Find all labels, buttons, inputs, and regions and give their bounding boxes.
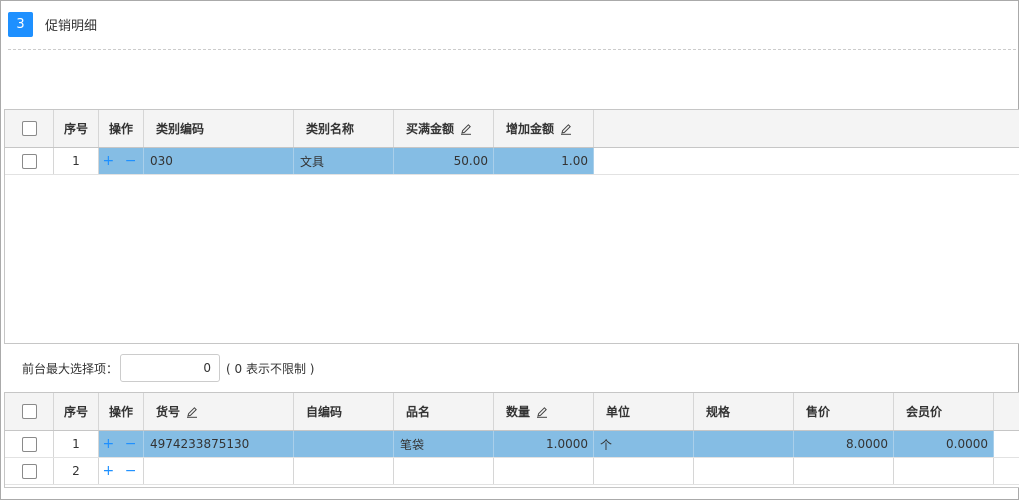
row-threshold-amount[interactable]: 50.00 [394, 148, 494, 174]
header-self-code[interactable]: 自编码 [294, 393, 394, 430]
section-number-badge: 3 [8, 11, 33, 37]
row-sku[interactable] [144, 458, 294, 484]
header-filler [994, 393, 1019, 430]
row-self-code[interactable] [294, 458, 394, 484]
header-product-name[interactable]: 品名 [394, 393, 494, 430]
row-quantity[interactable] [494, 458, 594, 484]
row-seq: 1 [54, 148, 99, 174]
header-category-code[interactable]: 类别编码 [144, 110, 294, 147]
row-unit[interactable] [594, 458, 694, 484]
row-price[interactable]: 8.0000 [794, 431, 894, 457]
table-row[interactable]: 1 + − 4974233875130 笔袋 1.0000 个 8.0000 0… [5, 431, 1019, 458]
limit-input[interactable] [120, 354, 221, 382]
header-threshold-amount[interactable]: 买满金额 [394, 110, 494, 147]
edit-pencil-icon [460, 123, 472, 135]
row-member-price[interactable] [894, 458, 994, 484]
row-self-code[interactable] [294, 431, 394, 457]
header-member-price[interactable]: 会员价 [894, 393, 994, 430]
limit-label: 前台最大选择项： [22, 361, 119, 376]
row-unit[interactable]: 个 [594, 431, 694, 457]
row-sku[interactable]: 4974233875130 [144, 431, 294, 457]
select-all-cell [5, 110, 54, 147]
row-increase-amount[interactable]: 1.00 [494, 148, 594, 174]
dashed-divider [8, 49, 1016, 50]
row-category-name[interactable]: 文具 [294, 148, 394, 174]
row-seq: 1 [54, 431, 99, 457]
header-increase-label: 增加金额 [506, 122, 555, 136]
header-seq: 序号 [54, 110, 99, 147]
header-price[interactable]: 售价 [794, 393, 894, 430]
select-all-checkbox[interactable] [21, 121, 37, 136]
row-spec[interactable] [694, 431, 794, 457]
header-sku-label: 货号 [156, 405, 181, 419]
row-spec[interactable] [694, 458, 794, 484]
header-category-name[interactable]: 类别名称 [294, 110, 394, 147]
header-unit[interactable]: 单位 [594, 393, 694, 430]
row-category-code[interactable]: 030 [144, 148, 294, 174]
row-ops: + − [99, 431, 144, 457]
item-grid-header: 序号 操作 货号 自编码 品名 数量 单位 规格 售价 会员价 [5, 393, 1019, 431]
header-threshold-label: 买满金额 [406, 122, 455, 136]
row-ops: + − [99, 458, 144, 484]
add-remove-buttons[interactable]: + − [103, 463, 140, 479]
header-seq: 序号 [54, 393, 99, 430]
header-spec[interactable]: 规格 [694, 393, 794, 430]
item-grid: 序号 操作 货号 自编码 品名 数量 单位 规格 售价 会员价 1 + − 49… [4, 392, 1019, 488]
row-check-cell [5, 431, 54, 457]
row-checkbox[interactable] [21, 463, 37, 479]
row-ops: + − [99, 148, 144, 174]
limit-row: 前台最大选择项： ( 0 表示不限制 ) [22, 354, 314, 382]
select-all-cell [5, 393, 54, 430]
header-quantity-label: 数量 [506, 405, 531, 419]
category-grid-header: 序号 操作 类别编码 类别名称 买满金额 增加金额 [5, 110, 1019, 148]
category-grid: 序号 操作 类别编码 类别名称 买满金额 增加金额 1 + − 030 文具 5… [4, 109, 1019, 344]
header-increase-amount[interactable]: 增加金额 [494, 110, 594, 147]
limit-note: ( 0 表示不限制 ) [226, 361, 315, 376]
row-check-cell [5, 148, 54, 174]
row-member-price[interactable]: 0.0000 [894, 431, 994, 457]
select-all-checkbox[interactable] [21, 404, 37, 419]
row-checkbox[interactable] [21, 436, 37, 452]
row-product-name[interactable]: 笔袋 [394, 431, 494, 457]
row-checkbox[interactable] [21, 153, 37, 169]
edit-pencil-icon [186, 406, 198, 418]
row-product-name[interactable] [394, 458, 494, 484]
edit-pencil-icon [560, 123, 572, 135]
header-op: 操作 [99, 110, 144, 147]
edit-pencil-icon [536, 406, 548, 418]
row-quantity[interactable]: 1.0000 [494, 431, 594, 457]
section-header: 3 促销明细 [8, 11, 97, 37]
header-op: 操作 [99, 393, 144, 430]
add-remove-buttons[interactable]: + − [103, 153, 140, 169]
table-row[interactable]: 2 + − [5, 458, 1019, 485]
header-sku[interactable]: 货号 [144, 393, 294, 430]
row-price[interactable] [794, 458, 894, 484]
table-row[interactable]: 1 + − 030 文具 50.00 1.00 [5, 148, 1019, 175]
header-filler [594, 110, 1019, 147]
add-remove-buttons[interactable]: + − [103, 436, 140, 452]
section-title: 促销明细 [45, 18, 98, 34]
row-check-cell [5, 458, 54, 484]
header-quantity[interactable]: 数量 [494, 393, 594, 430]
row-seq: 2 [54, 458, 99, 484]
